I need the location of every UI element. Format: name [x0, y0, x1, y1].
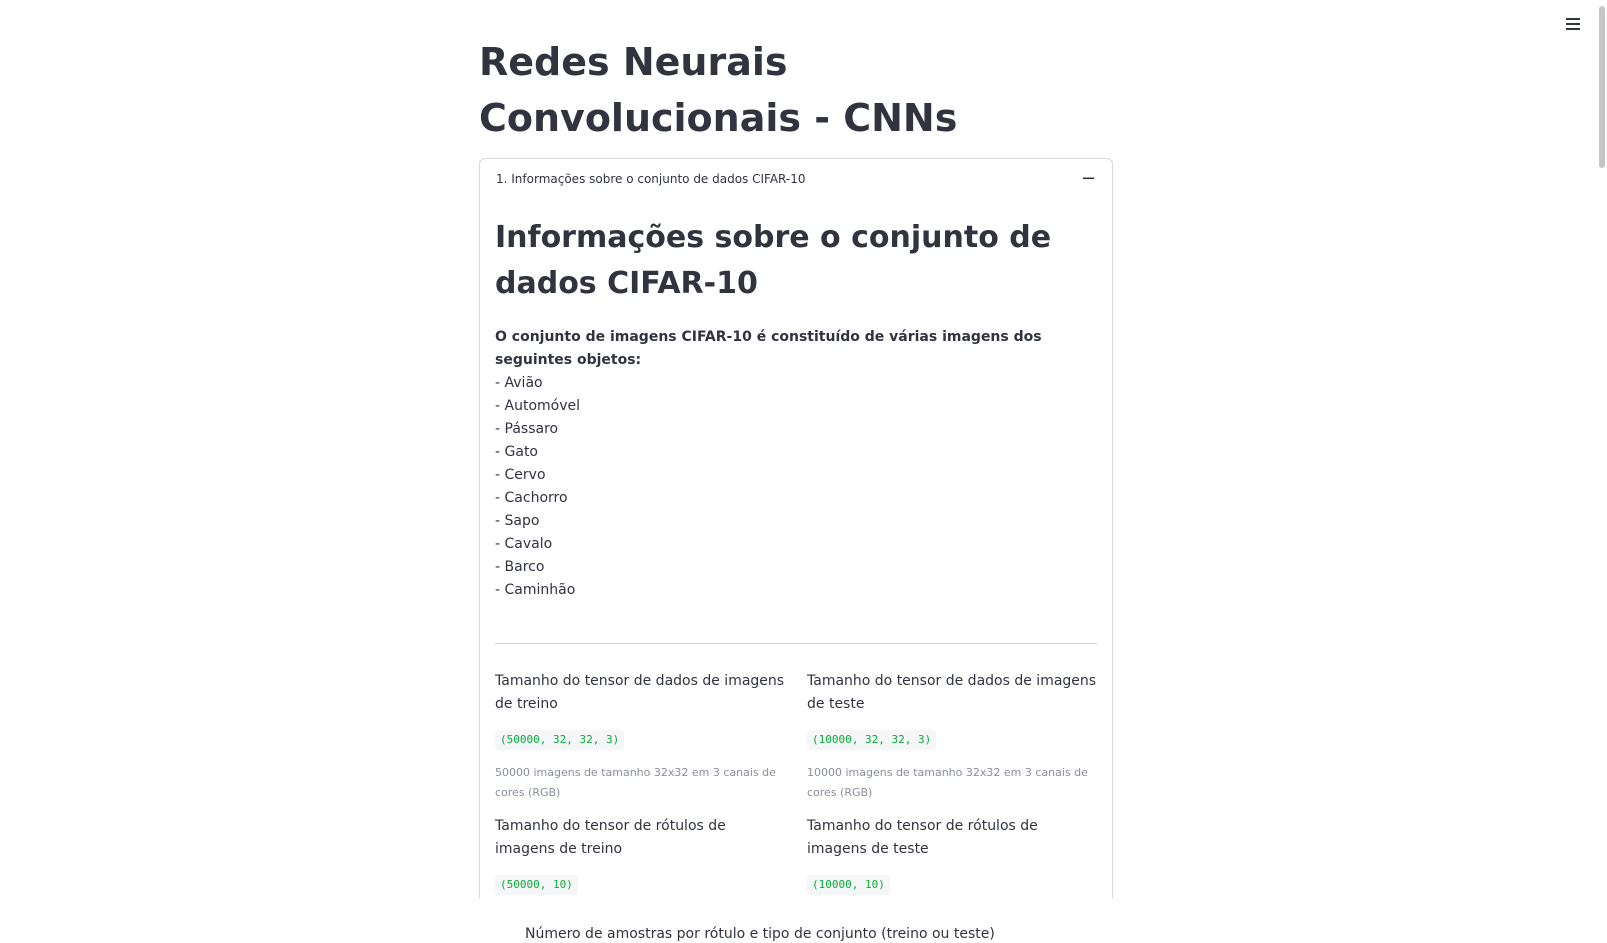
- scrollbar-thumb[interactable]: [1599, 6, 1605, 168]
- main-content: Redes Neurais Convolucionais - CNNs 1. I…: [479, 0, 1113, 899]
- expander-header[interactable]: 1. Informações sobre o conjunto de dados…: [480, 159, 1112, 199]
- list-item-cervo: Cervo: [495, 464, 1097, 487]
- list-item-sapo: Sapo: [495, 510, 1097, 533]
- list-item-cachorro: Cachorro: [495, 487, 1097, 510]
- list-item-gato: Gato: [495, 441, 1097, 464]
- page-title: Redes Neurais Convolucionais - CNNs: [479, 40, 958, 140]
- list-item-automovel: Automóvel: [495, 395, 1097, 418]
- dataset-intro: O conjunto de imagens CIFAR-10 é constit…: [495, 329, 1042, 368]
- hamburger-menu-icon[interactable]: [1561, 12, 1585, 36]
- expander-title: 1. Informações sobre o conjunto de dados…: [496, 172, 806, 186]
- list-item-barco: Barco: [495, 556, 1097, 579]
- train-data-shape: (50000, 32, 32, 3): [495, 730, 625, 750]
- train-data-caption: 50000 imagens de tamanho 32x32 em 3 cana…: [495, 766, 776, 799]
- train-data-metric: Tamanho do tensor de dados de imagens de…: [495, 670, 785, 803]
- section-title: Informações sobre o conjunto de dados CI…: [495, 220, 1052, 301]
- test-labels-label: Tamanho do tensor de rótulos de imagens …: [807, 818, 1038, 857]
- train-data-label: Tamanho do tensor de dados de imagens de…: [495, 673, 785, 712]
- test-data-shape: (10000, 32, 32, 3): [807, 730, 937, 750]
- list-item-caminhao: Caminhão: [495, 579, 1097, 602]
- test-labels-metric: Tamanho do tensor de rótulos de imagens …: [807, 815, 1097, 896]
- train-labels-label: Tamanho do tensor de rótulos de imagens …: [495, 818, 726, 857]
- chart-title: Número de amostras por rótulo e tipo de …: [525, 926, 995, 942]
- list-item-cavalo: Cavalo: [495, 533, 1097, 556]
- section-divider: [495, 643, 1097, 644]
- cifar10-info-expander: 1. Informações sobre o conjunto de dados…: [479, 158, 1113, 899]
- object-list: Avião Automóvel Pássaro Gato Cervo Cacho…: [495, 372, 1097, 602]
- streamlit-app: Redes Neurais Convolucionais - CNNs 1. I…: [0, 0, 1607, 943]
- list-item-aviao: Avião: [495, 372, 1097, 395]
- test-data-label: Tamanho do tensor de dados de imagens de…: [807, 673, 1097, 712]
- tensor-metrics-grid: Tamanho do tensor de dados de imagens de…: [495, 670, 1097, 896]
- collapse-icon[interactable]: −: [1081, 170, 1096, 188]
- test-data-caption: 10000 imagens de tamanho 32x32 em 3 cana…: [807, 766, 1088, 799]
- train-labels-metric: Tamanho do tensor de rótulos de imagens …: [495, 815, 785, 896]
- train-labels-shape: (50000, 10): [495, 875, 578, 895]
- test-labels-shape: (10000, 10): [807, 875, 890, 895]
- expander-body: Informações sobre o conjunto de dados CI…: [480, 199, 1112, 896]
- test-data-metric: Tamanho do tensor de dados de imagens de…: [807, 670, 1097, 803]
- page-scrollbar[interactable]: [1597, 0, 1607, 943]
- list-item-passaro: Pássaro: [495, 418, 1097, 441]
